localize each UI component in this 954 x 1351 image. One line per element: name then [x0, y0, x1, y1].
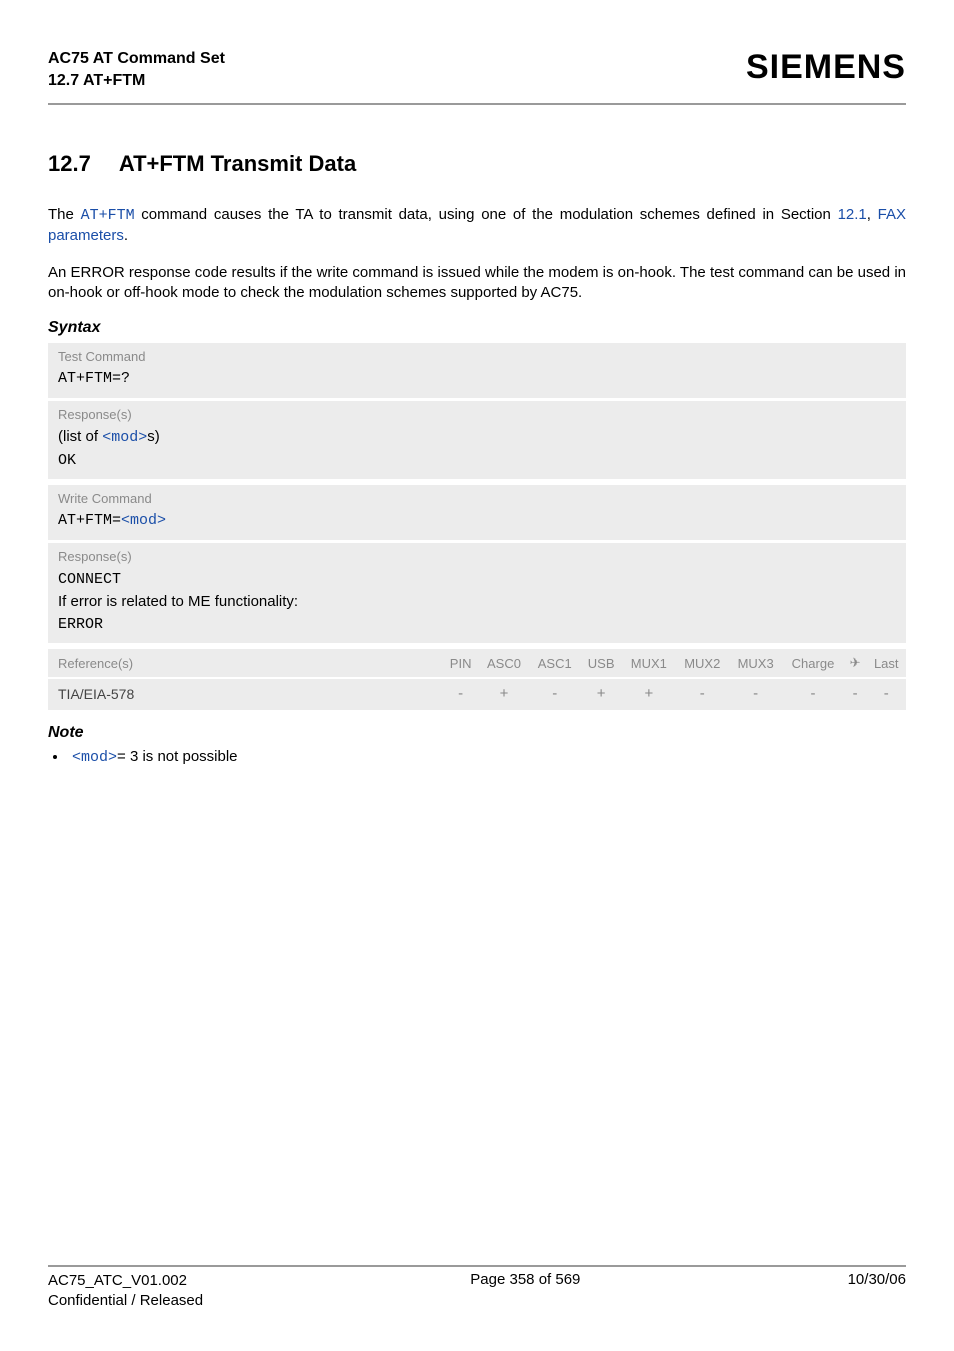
intro-paragraph-1: The AT+FTM command causes the TA to tran…: [48, 205, 906, 247]
footer-page-number: Page 358 of 569: [470, 1271, 580, 1312]
connect-text: CONNECT: [58, 571, 121, 588]
mod-param-link[interactable]: <mod>: [102, 429, 147, 446]
syntax-box: Test Command AT+FTM=? Response(s) (list …: [48, 343, 906, 710]
note-heading: Note: [48, 724, 906, 742]
mod-param-link-2[interactable]: <mod>: [121, 512, 166, 529]
col-mux1: MUX1: [622, 649, 675, 677]
page-footer: AC75_ATC_V01.002 Confidential / Released…: [48, 1265, 906, 1312]
test-resp-pre: (list of: [58, 428, 102, 445]
val-asc1: -: [529, 679, 580, 710]
reference-value: TIA/EIA-578: [48, 679, 443, 710]
section-heading: 12.7 AT+FTM Transmit Data: [48, 151, 906, 177]
brand-logo: SIEMENS: [746, 48, 906, 87]
col-usb: USB: [580, 649, 622, 677]
col-mux3: MUX3: [729, 649, 782, 677]
val-airplane: -: [844, 679, 867, 710]
note-list: <mod>= 3 is not possible: [68, 748, 906, 766]
error-text: ERROR: [58, 616, 103, 633]
test-response-label: Response(s): [48, 401, 906, 424]
col-pin: PIN: [443, 649, 479, 677]
write-command-label: Write Command: [48, 485, 906, 508]
footer-divider: [48, 1265, 906, 1267]
p1-mid: command causes the TA to transmit data, …: [135, 206, 838, 223]
val-asc0: +: [479, 679, 530, 710]
syntax-heading: Syntax: [48, 319, 906, 337]
header-divider: [48, 103, 906, 105]
footer-doc-id: AC75_ATC_V01.002: [48, 1271, 203, 1291]
val-mux2: -: [676, 679, 729, 710]
footer-date: 10/30/06: [848, 1271, 906, 1312]
col-mux2: MUX2: [676, 649, 729, 677]
section-ref-header: 12.7 AT+FTM: [48, 70, 225, 92]
reference-label: Reference(s): [48, 649, 443, 677]
p1-pre: The: [48, 206, 81, 223]
write-cmd-pre: AT+FTM=: [58, 512, 121, 529]
section-title-text: AT+FTM Transmit Data: [119, 151, 356, 176]
col-airplane-icon: ✈: [844, 649, 867, 677]
col-last: Last: [867, 649, 907, 677]
note-item-text: = 3 is not possible: [117, 748, 238, 765]
p1-end: .: [124, 227, 128, 244]
col-charge: Charge: [782, 649, 843, 677]
write-response-text: CONNECT If error is related to ME functi…: [48, 566, 906, 643]
section-number: 12.7: [48, 151, 91, 177]
at-ftm-link[interactable]: AT+FTM: [81, 207, 135, 224]
val-usb: +: [580, 679, 622, 710]
val-charge: -: [782, 679, 843, 710]
col-asc1: ASC1: [529, 649, 580, 677]
val-mux1: +: [622, 679, 675, 710]
write-response-label: Response(s): [48, 543, 906, 566]
reference-table: Reference(s) PIN ASC0 ASC1 USB MUX1 MUX2…: [48, 649, 906, 710]
error-condition-text: If error is related to ME functionality:: [58, 593, 298, 610]
test-response-text: (list of <mod>s) OK: [48, 424, 906, 480]
val-mux3: -: [729, 679, 782, 710]
write-command-text: AT+FTM=<mod>: [48, 508, 906, 540]
section-12-1-link[interactable]: 12.1: [838, 206, 867, 223]
val-last: -: [867, 679, 907, 710]
col-asc0: ASC0: [479, 649, 530, 677]
ok-text: OK: [58, 452, 76, 469]
test-command-text: AT+FTM=?: [48, 366, 906, 398]
test-command-label: Test Command: [48, 343, 906, 366]
footer-confidentiality: Confidential / Released: [48, 1291, 203, 1311]
p1-comma: ,: [867, 206, 878, 223]
test-resp-post: s): [147, 428, 160, 445]
doc-title: AC75 AT Command Set: [48, 48, 225, 70]
mod-param-link-3[interactable]: <mod>: [72, 749, 117, 766]
intro-paragraph-2: An ERROR response code results if the wr…: [48, 263, 906, 304]
note-item: <mod>= 3 is not possible: [68, 748, 906, 766]
val-pin: -: [443, 679, 479, 710]
